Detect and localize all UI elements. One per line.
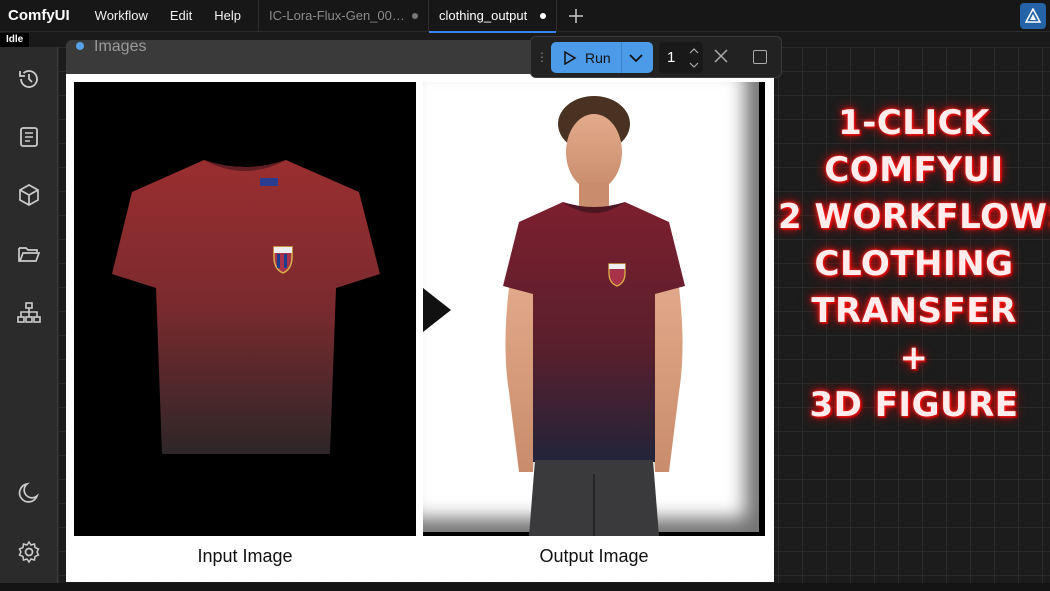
user-menu-button[interactable] (1020, 3, 1046, 29)
promo-line: 3D FIGURE (809, 385, 1019, 425)
menu-help[interactable]: Help (203, 8, 252, 23)
book-icon[interactable] (17, 125, 41, 149)
promo-line: COMFYUI (824, 150, 1004, 190)
promo-line: TRANSFER (811, 291, 1017, 331)
promo-line: 1-CLICK (838, 103, 990, 143)
folder-icon[interactable] (17, 242, 41, 266)
output-person-image (503, 96, 685, 536)
output-image (423, 82, 765, 536)
input-image (74, 82, 416, 536)
close-icon[interactable] (713, 48, 729, 64)
images-node-body: Input Image Output Image (66, 74, 774, 582)
run-toolbar: ⋮⋮ Run 1 (530, 36, 782, 78)
history-icon[interactable] (17, 67, 41, 91)
gear-icon[interactable] (17, 540, 41, 564)
stop-icon[interactable] (753, 50, 767, 64)
play-icon (564, 50, 577, 65)
bottom-bar (0, 583, 1050, 591)
run-button-label: Run (585, 49, 611, 66)
plus-icon (568, 8, 583, 23)
batch-count-value[interactable]: 1 (667, 49, 675, 66)
input-shirt-image (112, 160, 380, 454)
stepper-arrows-icon[interactable] (689, 46, 699, 70)
new-tab-button[interactable] (556, 0, 594, 32)
compare-arrow-icon[interactable] (423, 288, 453, 332)
output-image-caption: Output Image (539, 546, 649, 566)
sidebar (0, 47, 58, 591)
unsaved-dot-icon (540, 12, 547, 19)
node-title: Images (94, 38, 147, 55)
run-button[interactable]: Run (551, 42, 653, 73)
menu-workflow[interactable]: Workflow (84, 8, 159, 23)
promo-text: 1-CLICK COMFYUI 2 WORKFLOWS CLOTHING TRA… (778, 100, 1050, 429)
tab-clothing-output[interactable]: clothing_output (428, 0, 557, 33)
triangle-logo-icon (1025, 8, 1041, 23)
app-logo[interactable]: ComfyUI (0, 7, 84, 24)
tab-label: IC-Lora-Flux-Gen_00… (269, 8, 405, 23)
promo-line: + (899, 338, 929, 378)
input-image-caption: Input Image (197, 546, 293, 566)
moon-icon[interactable] (17, 481, 41, 505)
promo-line: 2 WORKFLOWS (778, 197, 1050, 237)
menu-edit[interactable]: Edit (159, 8, 203, 23)
chevron-down-icon[interactable] (629, 53, 643, 63)
batch-count-stepper[interactable]: 1 (659, 42, 703, 73)
top-menubar: ComfyUI Workflow Edit Help IC-Lora-Flux-… (0, 0, 1050, 33)
tab-ic-lora[interactable]: IC-Lora-Flux-Gen_00… (258, 0, 428, 32)
status-indicator: Idle (0, 33, 30, 47)
promo-line: CLOTHING (814, 244, 1014, 284)
node-status-dot (76, 42, 84, 50)
unsaved-dot-icon (412, 12, 419, 19)
sitemap-icon[interactable] (17, 301, 41, 325)
cube-icon[interactable] (17, 183, 41, 207)
tab-label: clothing_output (439, 8, 528, 23)
